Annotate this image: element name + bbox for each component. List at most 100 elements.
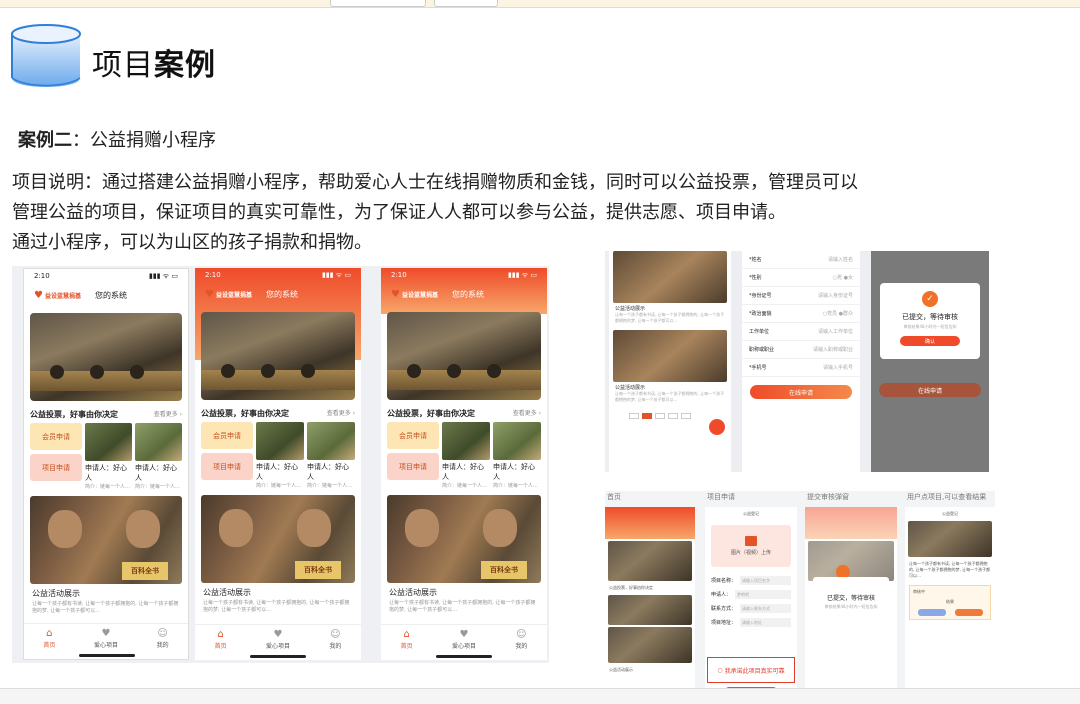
project-apply-button[interactable]: 项目申请 <box>201 453 253 480</box>
tab-mine[interactable]: ☺ 我的 <box>515 629 527 650</box>
tab-mine[interactable]: ☺ 我的 <box>157 628 169 649</box>
member-apply-button[interactable]: 会员申请 <box>387 422 439 449</box>
review-status-title: 审核中 <box>913 589 925 594</box>
top-tab-right[interactable] <box>434 0 498 7</box>
view-more-link[interactable]: 查看更多 › <box>327 408 355 419</box>
upload-box[interactable]: 图片（视频）上传 <box>711 525 791 567</box>
page-2-button[interactable] <box>655 413 665 419</box>
floating-action-button[interactable] <box>709 419 725 435</box>
page-3-button[interactable] <box>668 413 678 419</box>
form-row[interactable]: *性别 ○男 ●女 <box>742 269 860 287</box>
case-subtitle: 案例二：公益捐赠小程序 <box>18 126 216 152</box>
form-row[interactable]: *姓名 请输入姓名 <box>742 251 860 269</box>
promise-checkbox[interactable]: ○ 我承诺此项目真实可靠 <box>707 657 795 683</box>
field-input[interactable]: 请输入身份证号 <box>818 292 853 299</box>
field-input[interactable]: 请输入项目名字 <box>740 575 791 585</box>
applicant-intro: 简介：链每一个人… <box>442 483 488 489</box>
project-apply-button[interactable]: 项目申请 <box>387 453 439 480</box>
vote-card[interactable]: 申请人：好心人 简介：链每一个人… <box>493 422 541 489</box>
project-apply-button[interactable]: 项目申请 <box>30 454 82 481</box>
vote-card[interactable]: 申请人：好心人 简介：链每一个人… <box>442 422 490 489</box>
tab-love-projects[interactable]: ♥ 爱心项目 <box>452 629 476 650</box>
form-row[interactable]: *手机号 请输入手机号 <box>742 359 860 377</box>
review-status-card: 审核中 结果 <box>909 585 991 620</box>
member-apply-button[interactable]: 会员申请 <box>30 423 82 450</box>
activity-photo[interactable]: 百科全书 <box>201 495 355 583</box>
vote-card[interactable]: 申请人：好心人 简介：链每一个人… <box>135 423 182 490</box>
field-input[interactable]: 梦吧吧 <box>735 589 791 599</box>
vote-section-title: 公益投票，好事由你决定 <box>30 410 118 419</box>
heart-logo-icon: ♥ <box>205 288 214 300</box>
vote-card[interactable]: 申请人：好心人 简介：链每一个人… <box>256 422 304 489</box>
home-icon: ⌂ <box>217 629 224 640</box>
politics-radio[interactable]: ○党员 ●群众 <box>823 310 853 317</box>
result-buttons <box>913 609 987 616</box>
form-row[interactable]: 联系方式： 请输入联系方式 <box>705 601 797 615</box>
tab-label: 首页 <box>214 643 227 650</box>
home-icon: ⌂ <box>403 629 410 640</box>
tab-home[interactable]: ⌂ 首页 <box>43 628 55 649</box>
tab-mine[interactable]: ☺ 我的 <box>329 629 341 650</box>
activity-photo[interactable] <box>608 627 692 663</box>
status-signal-icon: ▮▮▮ ᯤ ▭ <box>148 271 178 280</box>
status-bar: 2:10 ▮▮▮ ᯤ ▭ <box>24 269 188 283</box>
title-bold: 案例 <box>154 48 216 83</box>
field-input[interactable]: 请输入工作单位 <box>818 328 853 335</box>
form-row[interactable]: 项目地址： 请输入地址 <box>705 615 797 629</box>
activity-photo[interactable] <box>613 251 727 303</box>
activity-photo[interactable]: 百科全书 <box>30 496 182 584</box>
vote-section-title: 公益投票，好事由你决定 <box>609 585 653 590</box>
vote-card[interactable]: 申请人：好心人 简介：链每一个人… <box>85 423 132 490</box>
upload-label: 图片（视频）上传 <box>730 550 771 556</box>
top-tab-left[interactable] <box>330 0 426 7</box>
activity-photo[interactable] <box>613 330 727 382</box>
result-label: 结果 <box>946 599 954 604</box>
field-input[interactable]: 请输入职称或职业 <box>813 346 853 353</box>
field-input[interactable]: 请输入地址 <box>740 617 791 627</box>
tab-love-projects[interactable]: ♥ 爱心项目 <box>94 628 118 649</box>
form-row[interactable]: *政治面貌 ○党员 ●群众 <box>742 305 860 323</box>
review-modal: ✓ 已提交，等待审核 审核结果48小时内一短信告知 确认 <box>880 283 980 359</box>
page-prev-button[interactable] <box>629 413 639 419</box>
activity-photo[interactable]: 百科全书 <box>387 495 541 583</box>
field-input[interactable]: 请输入联系方式 <box>740 603 791 613</box>
status-time: 2:10 <box>391 271 407 279</box>
vote-card[interactable]: 申请人：好心人 简介：链每一个人… <box>307 422 355 489</box>
banner-photo[interactable] <box>608 541 692 581</box>
tab-home[interactable]: ⌂ 首页 <box>401 629 413 650</box>
online-apply-button[interactable]: 在线申请 <box>750 385 852 399</box>
form-row[interactable]: 申请人： 梦吧吧 <box>705 587 797 601</box>
banner-photo[interactable] <box>30 313 182 401</box>
field-input[interactable]: 请输入姓名 <box>828 256 853 263</box>
banner-photo[interactable] <box>387 312 541 400</box>
nav-title: 您的系统 <box>451 289 484 299</box>
page-1-button[interactable] <box>642 413 652 419</box>
tab-love-projects[interactable]: ♥ 爱心项目 <box>266 629 290 650</box>
tab-home[interactable]: ⌂ 首页 <box>215 629 227 650</box>
form-row[interactable]: 项目名称： 请输入项目名字 <box>705 573 797 587</box>
result-button-blue[interactable] <box>917 609 946 616</box>
modal-title: 已提交，等待审核 <box>902 313 958 321</box>
banner-photo[interactable] <box>201 312 355 400</box>
view-more-link[interactable]: 查看更多 › <box>513 408 541 419</box>
view-more-link[interactable]: 查看更多 › <box>154 409 182 420</box>
activity-list-screen: 公益活动展示 让每一个孩子都有书读, 让每一个孩子都拥抱的, 让每一个孩子都拥抱的… <box>609 251 731 472</box>
form-row[interactable]: *身份证号 请输入身份证号 <box>742 287 860 305</box>
screen-title: 公益登记 <box>743 511 759 516</box>
modal-confirm-button[interactable]: 确认 <box>900 336 960 346</box>
activity-title: 公益活动展示 <box>615 385 646 391</box>
form-row[interactable]: 职称或职业 请输入职称或职业 <box>742 341 860 359</box>
vote-cards[interactable] <box>608 595 692 625</box>
form-row[interactable]: 工作单位 请输入工作单位 <box>742 323 860 341</box>
close-icon[interactable]: × <box>845 631 855 641</box>
result-button-orange[interactable] <box>954 609 983 616</box>
member-apply-button[interactable]: 会员申请 <box>201 422 253 449</box>
activity-title: 公益活动展示 <box>615 306 646 312</box>
flow-home: 首页 公益投票，好事由你决定 公益活动展示 <box>605 491 695 697</box>
heart-icon: ♥ <box>459 629 469 640</box>
field-input[interactable]: 请输入手机号 <box>823 364 853 371</box>
page-next-button[interactable] <box>681 413 691 419</box>
status-signal-icon: ▮▮▮ ᯤ ▭ <box>321 270 351 279</box>
gender-radio[interactable]: ○男 ●女 <box>833 274 853 281</box>
flow-caption: 用户点项目,可以查看结果 <box>907 493 987 501</box>
